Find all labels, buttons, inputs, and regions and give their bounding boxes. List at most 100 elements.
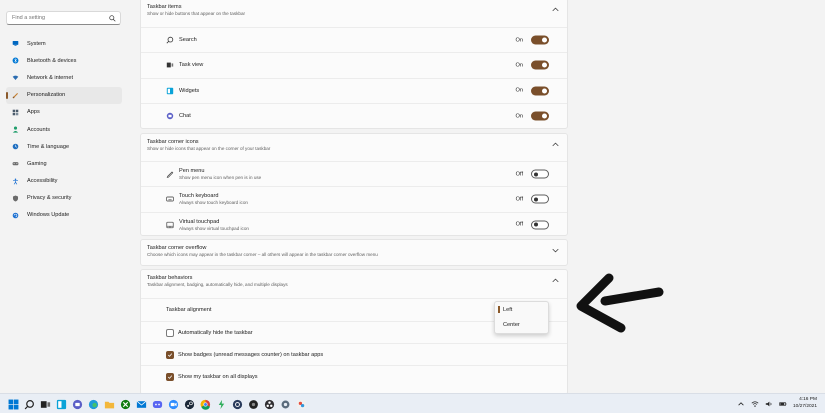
taskbar-taskview-icon[interactable] [39, 398, 52, 411]
touchpad-icon [166, 221, 174, 229]
search-icon[interactable] [109, 15, 116, 22]
taskview-icon [166, 61, 174, 69]
taskbar-settings-icon[interactable] [279, 398, 292, 411]
sidebar-item-personalization[interactable]: Personalization [6, 86, 122, 104]
person-icon [12, 126, 19, 133]
taskbar-corner-icons-card: Taskbar corner icons Show or hide icons … [140, 133, 568, 236]
taskbar-item-search-row: Search On [141, 27, 567, 52]
lightning-app-icon[interactable] [215, 398, 228, 411]
sidebar-item-time-language[interactable]: Time & language [6, 138, 122, 155]
taskbar-items-card: Taskbar items Show or hide buttons that … [140, 0, 568, 129]
taskbar-behaviors-header[interactable]: Taskbar behaviors Taskbar alignment, bad… [141, 270, 567, 298]
pen-menu-toggle[interactable] [531, 169, 549, 179]
dropdown-option-left[interactable]: Left [495, 302, 548, 317]
section-title: Taskbar items [147, 4, 182, 10]
mail-icon[interactable] [135, 398, 148, 411]
all-displays-checkbox[interactable] [166, 372, 174, 381]
sidebar-item-label: Time & language [27, 143, 70, 150]
chevron-up-icon[interactable] [552, 278, 559, 283]
taskbar-chat-icon[interactable] [71, 398, 84, 411]
sidebar-item-label: Personalization [27, 92, 66, 99]
chrome-icon[interactable] [199, 398, 212, 411]
row-label: Show my taskbar on all displays [178, 373, 258, 380]
volume-icon[interactable] [765, 400, 773, 408]
sidebar-item-windows-update[interactable]: Windows Update [6, 207, 122, 224]
chat-toggle[interactable] [531, 111, 549, 121]
row-label: Automatically hide the taskbar [178, 329, 253, 336]
search-toggle[interactable] [531, 35, 549, 45]
search-box[interactable] [6, 11, 121, 25]
sidebar-item-network[interactable]: Network & internet [6, 69, 122, 86]
taskbar-corner-icons-header[interactable]: Taskbar corner icons Show or hide icons … [141, 134, 567, 161]
chevron-up-icon[interactable] [552, 142, 559, 147]
steam-icon[interactable] [183, 398, 196, 411]
sidebar-item-label: System [27, 40, 46, 47]
clock-globe-icon [12, 143, 19, 150]
taskbar-widgets-icon[interactable] [55, 398, 68, 411]
sidebar-item-bluetooth[interactable]: Bluetooth & devices [6, 52, 122, 69]
sidebar-item-system[interactable]: System [6, 35, 122, 52]
row-label: Widgets [179, 87, 200, 94]
battery-icon[interactable] [779, 400, 787, 408]
row-label: Virtual touchpad [179, 218, 220, 225]
all-displays-row[interactable]: Show my taskbar on all displays [141, 365, 567, 387]
update-icon [12, 212, 19, 219]
row-label: Taskbar alignment [166, 307, 212, 313]
show-badges-checkbox[interactable] [166, 350, 174, 359]
taskbar-corner-overflow-card[interactable]: Taskbar corner overflow Choose which ico… [140, 239, 568, 266]
sidebar-item-accounts[interactable]: Accounts [6, 121, 122, 138]
gamepad-icon [12, 160, 19, 167]
row-label: Pen menu [179, 168, 205, 175]
sidebar-item-apps[interactable]: Apps [6, 104, 122, 121]
section-subtitle: Taskbar alignment, badging, automaticall… [147, 282, 288, 287]
sidebar-item-label: Windows Update [27, 212, 70, 219]
paint-app-icon[interactable] [295, 398, 308, 411]
toggle-state: Off [515, 221, 523, 228]
file-explorer-icon[interactable] [103, 398, 116, 411]
show-badges-row[interactable]: Show badges (unread messages counter) on… [141, 343, 567, 365]
wifi-tray-icon[interactable] [751, 400, 759, 408]
sidebar-item-label: Accessibility [27, 178, 58, 185]
search-input[interactable] [12, 15, 107, 21]
sidebar-item-gaming[interactable]: Gaming [6, 155, 122, 172]
section-title: Taskbar corner icons [147, 139, 199, 145]
touch-keyboard-toggle[interactable] [531, 194, 549, 204]
system-clock[interactable]: 4:16 PM 10/27/2021 [793, 397, 817, 410]
start-icon[interactable] [7, 398, 20, 411]
taskbar-corner-overflow-header[interactable]: Taskbar corner overflow Choose which ico… [141, 240, 567, 262]
black-circle-app-icon[interactable] [247, 398, 260, 411]
toggle-state: Off [515, 196, 523, 203]
taskbar-search-icon[interactable] [23, 398, 36, 411]
toggle-state: Off [515, 171, 523, 178]
taskview-toggle[interactable] [531, 60, 549, 70]
corner-icon-keyboard-row: Touch keyboard Always show touch keyboard… [141, 186, 567, 211]
sidebar-item-accessibility[interactable]: Accessibility [6, 173, 122, 190]
edge-icon[interactable] [87, 398, 100, 411]
row-label: Chat [179, 113, 191, 120]
search-icon [166, 36, 174, 44]
zoom-icon[interactable] [167, 398, 180, 411]
gear-app-icon[interactable] [231, 398, 244, 411]
sidebar: System Bluetooth & devices Network & int… [0, 0, 126, 393]
chevron-up-icon[interactable] [552, 7, 559, 12]
virtual-touchpad-toggle[interactable] [531, 220, 549, 230]
section-subtitle: Choose which icons may appear in the tas… [147, 252, 378, 257]
taskbar-items-header[interactable]: Taskbar items Show or hide buttons that … [141, 0, 567, 27]
dropdown-option-center[interactable]: Center [495, 317, 548, 332]
chevron-up-tray-icon[interactable] [737, 400, 745, 408]
widgets-toggle[interactable] [531, 86, 549, 96]
sidebar-item-privacy[interactable]: Privacy & security [6, 190, 122, 207]
auto-hide-checkbox[interactable] [166, 328, 174, 337]
sidebar-nav: System Bluetooth & devices Network & int… [6, 35, 122, 224]
obs-icon[interactable] [263, 398, 276, 411]
apps-icon [12, 109, 19, 116]
xbox-icon[interactable] [119, 398, 132, 411]
discord-icon[interactable] [151, 398, 164, 411]
row-label: Show badges (unread messages counter) on… [178, 351, 324, 358]
pen-icon [166, 170, 174, 178]
chevron-down-icon[interactable] [552, 248, 559, 253]
sidebar-item-label: Bluetooth & devices [27, 57, 77, 64]
section-subtitle: Show or hide buttons that appear on the … [147, 11, 246, 16]
toggle-state: On [515, 37, 523, 44]
taskbar-alignment-dropdown[interactable]: Left Center [494, 301, 549, 334]
